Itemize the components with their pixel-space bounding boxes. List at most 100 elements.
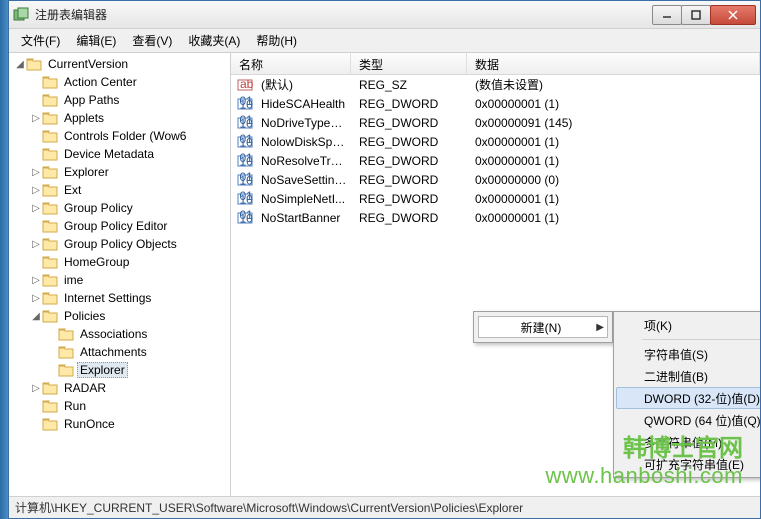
value-data: (数值未设置) bbox=[469, 76, 760, 93]
submenu-item[interactable]: DWORD (32-位)值(D) bbox=[616, 387, 760, 409]
folder-icon bbox=[58, 327, 74, 341]
svg-text:ab: ab bbox=[240, 77, 253, 91]
svg-text:1001: 1001 bbox=[240, 192, 254, 206]
tree-item[interactable]: RunOnce bbox=[29, 415, 228, 433]
tree-item[interactable]: Action Center bbox=[29, 73, 228, 91]
folder-icon bbox=[42, 381, 58, 395]
value-name: NoDriveTypeA... bbox=[255, 116, 353, 130]
col-data[interactable]: 数据 bbox=[467, 53, 760, 74]
binary-value-icon: 01101001 bbox=[237, 96, 253, 112]
value-row[interactable]: ab(默认)REG_SZ(数值未设置) bbox=[231, 75, 760, 94]
tree-item[interactable]: ▷Ext bbox=[29, 181, 228, 199]
value-type: REG_DWORD bbox=[353, 116, 469, 130]
tree-label: Explorer bbox=[61, 164, 112, 180]
tree-item[interactable]: ▷ Group Policy bbox=[29, 199, 228, 217]
tree-item[interactable]: Associations bbox=[45, 325, 228, 343]
tree-item[interactable]: ▷ Explorer bbox=[29, 163, 228, 181]
tree-item[interactable]: HomeGroup bbox=[29, 253, 228, 271]
binary-value-icon: 01101001 bbox=[237, 115, 253, 131]
value-row[interactable]: 01101001NoSimpleNetI...REG_DWORD0x000000… bbox=[231, 189, 760, 208]
folder-icon bbox=[42, 309, 58, 323]
submenu-item[interactable]: 字符串值(S) bbox=[616, 343, 760, 365]
tree-item[interactable]: Explorer bbox=[45, 361, 228, 379]
minimize-button[interactable] bbox=[652, 5, 682, 25]
binary-value-icon: 01101001 bbox=[237, 153, 253, 169]
tree-item[interactable]: ▷ Applets bbox=[29, 109, 228, 127]
value-type: REG_DWORD bbox=[353, 211, 469, 225]
collapse-icon[interactable]: ◢ bbox=[30, 311, 42, 322]
svg-text:1001: 1001 bbox=[240, 97, 254, 111]
submenu-item[interactable]: 二进制值(B) bbox=[616, 365, 760, 387]
menu-file[interactable]: 文件(F) bbox=[13, 29, 68, 52]
binary-value-icon: 01101001 bbox=[237, 172, 253, 188]
expand-icon[interactable]: ▷ bbox=[30, 203, 42, 214]
app-icon bbox=[13, 7, 29, 23]
menu-favorites[interactable]: 收藏夹(A) bbox=[180, 29, 248, 52]
tree-item[interactable]: ◢CurrentVersion bbox=[13, 55, 228, 73]
tree-item[interactable]: Attachments bbox=[45, 343, 228, 361]
menu-help[interactable]: 帮助(H) bbox=[248, 29, 305, 52]
ctx-new[interactable]: 新建(N) ▶ bbox=[478, 316, 608, 338]
value-row[interactable]: 01101001NoResolveTrackREG_DWORD0x0000000… bbox=[231, 151, 760, 170]
close-button[interactable] bbox=[710, 5, 756, 25]
maximize-button[interactable] bbox=[681, 5, 711, 25]
menubar: 文件(F) 编辑(E) 查看(V) 收藏夹(A) 帮助(H) bbox=[9, 29, 760, 53]
tree-item[interactable]: ◢Policies bbox=[29, 307, 228, 325]
value-row[interactable]: 01101001NoSaveSettingsREG_DWORD0x0000000… bbox=[231, 170, 760, 189]
value-row[interactable]: 01101001NolowDiskSpa...REG_DWORD0x000000… bbox=[231, 132, 760, 151]
submenu-item[interactable]: 项(K) bbox=[616, 314, 760, 336]
binary-value-icon: 01101001 bbox=[237, 191, 253, 207]
expand-icon[interactable]: ▷ bbox=[30, 293, 42, 304]
tree-item[interactable]: ▷ime bbox=[29, 271, 228, 289]
tree-item[interactable]: App Paths bbox=[29, 91, 228, 109]
folder-icon bbox=[42, 165, 58, 179]
tree-item[interactable]: Device Metadata bbox=[29, 145, 228, 163]
value-data: 0x00000091 (145) bbox=[469, 116, 760, 130]
string-value-icon: ab bbox=[237, 77, 253, 93]
expand-icon[interactable]: ▷ bbox=[30, 167, 42, 178]
col-type[interactable]: 类型 bbox=[351, 53, 467, 74]
value-row[interactable]: 01101001NoStartBannerREG_DWORD0x00000001… bbox=[231, 208, 760, 227]
tree-label: Explorer bbox=[77, 362, 128, 378]
folder-icon bbox=[42, 255, 58, 269]
value-row[interactable]: 01101001NoDriveTypeA...REG_DWORD0x000000… bbox=[231, 113, 760, 132]
value-name: NoSaveSettings bbox=[255, 173, 353, 187]
col-name[interactable]: 名称 bbox=[231, 53, 351, 74]
status-bar: 计算机\HKEY_CURRENT_USER\Software\Microsoft… bbox=[9, 496, 760, 518]
tree-label: Applets bbox=[61, 110, 107, 126]
tree-item[interactable]: Controls Folder (Wow6 bbox=[29, 127, 228, 145]
folder-icon bbox=[42, 291, 58, 305]
tree-item[interactable]: ▷Internet Settings bbox=[29, 289, 228, 307]
expand-icon[interactable]: ▷ bbox=[30, 185, 42, 196]
binary-value-icon: 01101001 bbox=[237, 210, 253, 226]
tree-item[interactable]: Run bbox=[29, 397, 228, 415]
folder-icon bbox=[42, 93, 58, 107]
list-header: 名称 类型 数据 bbox=[231, 53, 760, 75]
value-name: NolowDiskSpa... bbox=[255, 135, 353, 149]
folder-icon bbox=[42, 129, 58, 143]
expand-icon[interactable]: ▷ bbox=[30, 383, 42, 394]
tree-label: Group Policy bbox=[61, 200, 136, 216]
expand-icon[interactable]: ▷ bbox=[30, 113, 42, 124]
value-type: REG_DWORD bbox=[353, 192, 469, 206]
value-name: NoResolveTrack bbox=[255, 154, 353, 168]
registry-tree[interactable]: ◢CurrentVersionAction CenterApp Paths ▷ Ap… bbox=[9, 53, 231, 496]
svg-text:1001: 1001 bbox=[240, 211, 254, 225]
value-row[interactable]: 01101001HideSCAHealthREG_DWORD0x00000001… bbox=[231, 94, 760, 113]
tree-label: Group Policy Editor bbox=[61, 218, 170, 234]
tree-item[interactable]: ▷Group Policy Objects bbox=[29, 235, 228, 253]
folder-icon bbox=[42, 201, 58, 215]
titlebar[interactable]: 注册表编辑器 bbox=[9, 1, 760, 29]
collapse-icon[interactable]: ◢ bbox=[14, 59, 26, 70]
menu-edit[interactable]: 编辑(E) bbox=[68, 29, 124, 52]
expand-icon[interactable]: ▷ bbox=[30, 239, 42, 250]
folder-icon bbox=[42, 111, 58, 125]
tree-item[interactable]: ▷RADAR bbox=[29, 379, 228, 397]
value-type: REG_DWORD bbox=[353, 154, 469, 168]
menu-view[interactable]: 查看(V) bbox=[124, 29, 180, 52]
expand-icon[interactable]: ▷ bbox=[30, 275, 42, 286]
tree-item[interactable]: Group Policy Editor bbox=[29, 217, 228, 235]
value-type: REG_DWORD bbox=[353, 173, 469, 187]
folder-icon bbox=[58, 363, 74, 377]
binary-value-icon: 01101001 bbox=[237, 134, 253, 150]
